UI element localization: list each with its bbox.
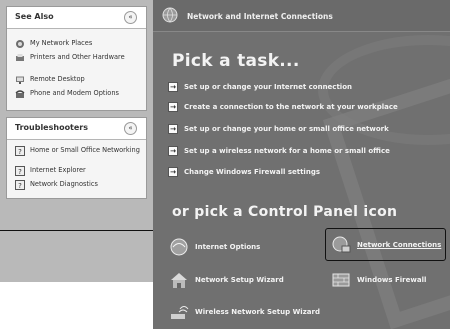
arrow-icon: → xyxy=(168,146,178,156)
troubleshooters-header[interactable]: Troubleshooters « xyxy=(7,118,146,140)
see-also-header[interactable]: See Also « xyxy=(7,7,146,29)
task-label: Create a connection to the network at yo… xyxy=(184,103,398,111)
task-label: Change Windows Firewall settings xyxy=(184,168,320,176)
main-content: Network and Internet Connections Pick a … xyxy=(153,0,450,329)
sidebar-item-label: Printers and Other Hardware xyxy=(30,53,125,61)
cp-icon-label: Wireless Network Setup Wizard xyxy=(195,308,320,316)
sidebar-item-label: Internet Explorer xyxy=(30,166,86,174)
arrow-icon: → xyxy=(168,124,178,134)
arrow-icon: → xyxy=(168,82,178,92)
page-margin xyxy=(0,282,153,329)
arrow-icon: → xyxy=(168,167,178,177)
collapse-chevron-icon[interactable]: « xyxy=(124,11,137,24)
cp-icon-label: Internet Options xyxy=(195,243,261,251)
remote-desktop-icon xyxy=(16,76,24,84)
control-panel-window: See Also « My Network Places Printers an… xyxy=(0,0,450,329)
see-also-panel: See Also « My Network Places Printers an… xyxy=(6,6,147,111)
sidebar-item-label: Home or Small Office Networking xyxy=(30,146,140,154)
house-icon xyxy=(171,273,187,288)
svg-text:?: ? xyxy=(18,168,22,176)
callout-line xyxy=(0,230,153,231)
help-icon: ? xyxy=(15,166,25,176)
sidebar-item-label: My Network Places xyxy=(30,39,93,47)
help-icon: ? xyxy=(15,180,25,190)
troubleshooters-title: Troubleshooters xyxy=(15,123,89,132)
header-banner: Network and Internet Connections xyxy=(153,0,450,32)
highlight-box xyxy=(325,228,446,261)
phone-icon xyxy=(15,90,25,98)
sidebar: See Also « My Network Places Printers an… xyxy=(0,0,153,282)
control-panel-heading: or pick a Control Panel icon xyxy=(172,204,398,220)
wireless-icon xyxy=(171,306,189,319)
task-label: Set up a wireless network for a home or … xyxy=(184,147,390,155)
sidebar-item-label: Remote Desktop xyxy=(30,75,85,83)
printer-icon xyxy=(16,54,24,61)
svg-text:?: ? xyxy=(18,182,22,190)
task-label: Set up or change your Internet connectio… xyxy=(184,83,352,91)
internet-options-icon xyxy=(170,238,188,256)
task-label: Set up or change your home or small offi… xyxy=(184,125,389,133)
firewall-icon xyxy=(332,273,350,287)
network-globe-icon xyxy=(162,7,178,23)
help-icon: ? xyxy=(15,146,25,156)
cp-icon-label: Windows Firewall xyxy=(357,276,427,284)
network-places-icon xyxy=(16,40,24,48)
pick-task-heading: Pick a task... xyxy=(172,51,300,71)
collapse-chevron-icon[interactable]: « xyxy=(124,122,137,135)
sidebar-item-label: Network Diagnostics xyxy=(30,180,98,188)
see-also-title: See Also xyxy=(15,12,54,21)
troubleshooters-panel: Troubleshooters « ? Home or Small Office… xyxy=(6,117,147,199)
cp-icon-label: Network Setup Wizard xyxy=(195,276,284,284)
svg-text:?: ? xyxy=(18,148,22,156)
page-title: Network and Internet Connections xyxy=(187,12,333,21)
arrow-icon: → xyxy=(168,102,178,112)
sidebar-item-label: Phone and Modem Options xyxy=(30,89,119,97)
